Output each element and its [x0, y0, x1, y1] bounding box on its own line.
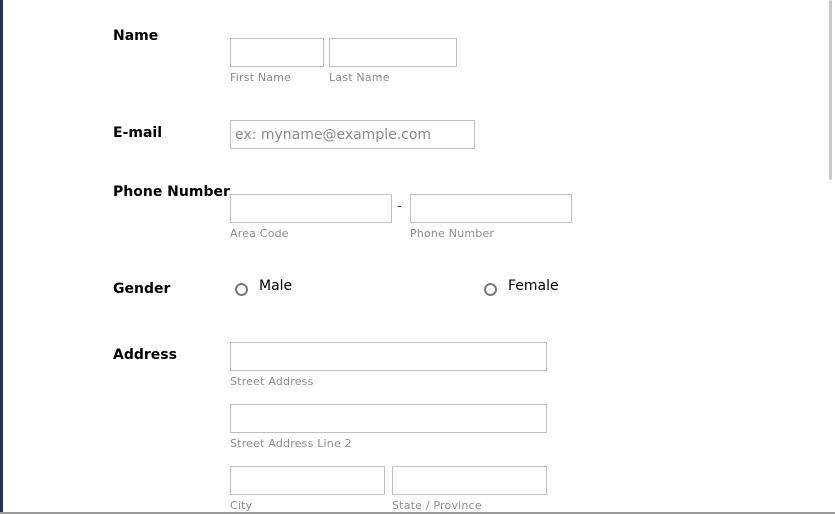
address-label: Address: [113, 347, 177, 363]
phone-label: Phone Number: [113, 184, 230, 200]
scrollbar-thumb[interactable]: [829, 0, 832, 180]
gender-label: Gender: [113, 281, 171, 297]
female-radio-label[interactable]: Female: [508, 278, 559, 294]
city-sublabel: City: [230, 499, 253, 512]
street-address-line2-input[interactable]: [230, 404, 547, 433]
phone-number-sublabel: Phone Number: [410, 227, 495, 240]
window-left-border: [0, 0, 3, 514]
female-radio[interactable]: [484, 283, 497, 296]
area-code-input[interactable]: [230, 194, 392, 223]
male-radio[interactable]: [235, 283, 248, 296]
form-page: Name First Name Last Name E-mail Phone N…: [0, 0, 835, 514]
state-province-input[interactable]: [392, 466, 547, 495]
area-code-sublabel: Area Code: [230, 227, 289, 240]
phone-number-input[interactable]: [410, 194, 572, 223]
state-province-sublabel: State / Province: [392, 499, 482, 512]
city-input[interactable]: [230, 466, 385, 495]
phone-separator: -: [397, 199, 402, 214]
first-name-sublabel: First Name: [230, 71, 292, 84]
male-radio-label[interactable]: Male: [259, 278, 292, 294]
email-label: E-mail: [113, 125, 163, 141]
first-name-input[interactable]: [230, 38, 324, 67]
street-address-line2-sublabel: Street Address Line 2: [230, 437, 352, 450]
email-input[interactable]: [230, 120, 475, 149]
last-name-sublabel: Last Name: [329, 71, 390, 84]
last-name-input[interactable]: [329, 38, 457, 67]
name-label: Name: [113, 28, 159, 44]
street-address-input[interactable]: [230, 342, 547, 371]
street-address-sublabel: Street Address: [230, 375, 314, 388]
